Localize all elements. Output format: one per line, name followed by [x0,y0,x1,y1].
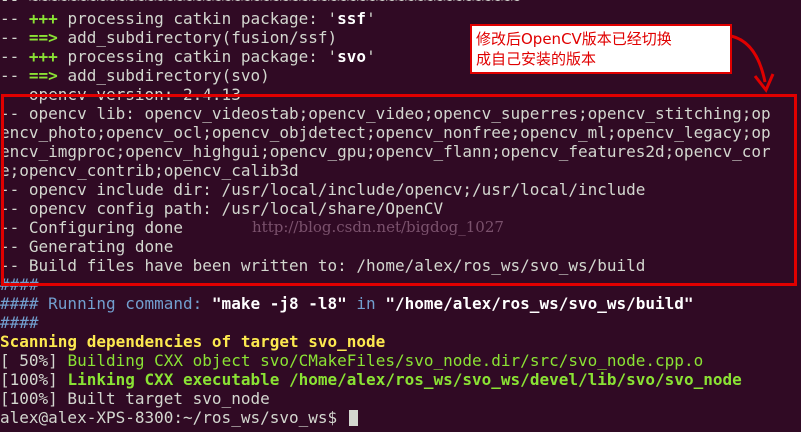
terminal-text: ' [366,47,376,66]
terminal-text: ==> [28,28,68,47]
terminal-text: add_subdirectory(fusion/ssf) [67,28,338,47]
terminal-text: +++ [28,47,68,66]
terminal-line: Scanning dependencies of target svo_node [0,332,771,351]
terminal-text: ssf [337,9,367,28]
terminal-text: +++ [28,9,68,28]
annotation-arrow-icon [730,34,775,93]
terminal-text: in [346,294,386,313]
annotation-line-1: 修改后OpenCV版本已经切换 [476,30,672,48]
annotation-line-2: 成自己安装的版本 [476,50,597,68]
terminal-text: Linking CXX executable /home/alex/ros_ws… [67,370,742,389]
terminal-line: #### [0,313,771,332]
prompt-line[interactable]: alex@alex-XPS-8300:~/ros_ws/svo_ws$ [0,408,771,427]
terminal-line: #### Running command: "make -j8 -l8" in … [0,294,771,313]
terminal-window[interactable]: -- ~~~~~~~~~~~~~~~~~~~~~~~~~~~~~~~~~~~~~… [0,0,801,432]
terminal-text: svo [337,47,367,66]
terminal-text: add_subdirectory(svo) [67,66,270,85]
terminal-line: [ 50%] Building CXX object svo/CMakeFile… [0,351,771,370]
terminal-text: -- [0,0,29,9]
terminal-line: [100%] Built target svo_node [0,389,771,408]
terminal-text: #### [0,313,39,332]
shell-prompt: alex@alex-XPS-8300:~/ros_ws/svo_ws$ [0,408,347,427]
terminal-text: processing catkin package: ' [67,9,338,28]
terminal-text: #### Running command: [0,294,212,313]
terminal-text: -- [0,28,29,47]
terminal-text: "make -j8 -l8" [211,294,347,313]
terminal-text: -- [0,9,29,28]
terminal-text: -- [0,66,29,85]
highlight-box [1,94,797,286]
terminal-text: processing catkin package: ' [67,47,338,66]
terminal-text: ==> [28,66,68,85]
terminal-text: [ 50%] [0,351,68,370]
terminal-text: ' [366,9,376,28]
terminal-text: Building CXX object svo/CMakeFiles/svo_n… [67,351,704,370]
terminal-line: -- ~~~~~~~~~~~~~~~~~~~~~~~~~~~~~~~~~~~~~… [0,0,771,9]
terminal-text: -- [0,47,29,66]
terminal-text: Scanning dependencies of target svo_node [0,332,386,351]
terminal-text: [100%] [0,370,68,389]
terminal-text: ~~~~~~~~~~~~~~~~~~~~~~~~~~~~~~~~~~~~~~~~… [29,0,520,9]
watermark: http://blog.csdn.net/bigdog_1027 [252,218,504,236]
terminal-text: "/home/alex/ros_ws/svo_ws/build" [385,294,694,313]
text-cursor [348,410,358,426]
terminal-line: [100%] Linking CXX executable /home/alex… [0,370,771,389]
annotation-callout: 修改后OpenCV版本已经切换 成自己安装的版本 [470,24,732,74]
terminal-text: [100%] Built target svo_node [0,389,270,408]
